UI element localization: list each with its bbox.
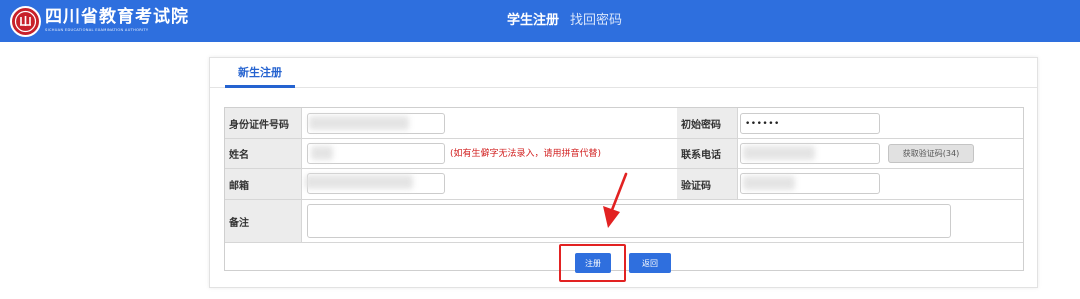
redacted-id-number <box>309 116 409 130</box>
verification-code-label: 验证码 <box>677 169 738 199</box>
remarks-label: 备注 <box>225 200 302 242</box>
brand: 四川省教育考试院 SICHUAN EDUCATIONAL EXAMINATION… <box>45 7 189 33</box>
initial-password-label: 初始密码 <box>677 108 738 138</box>
tab-bar: 新生注册 <box>210 58 1037 88</box>
row-divider <box>225 138 1023 139</box>
top-navbar: 四川省教育考试院 SICHUAN EDUCATIONAL EXAMINATION… <box>0 0 1080 42</box>
redacted-phone <box>743 146 815 160</box>
nav-recover-password[interactable]: 找回密码 <box>570 13 622 29</box>
name-input-tip: (如有生僻字无法录入，请用拼音代替) <box>450 149 602 159</box>
tab-active-indicator <box>225 85 295 88</box>
site-name-en: SICHUAN EDUCATIONAL EXAMINATION AUTHORIT… <box>45 28 149 32</box>
email-label: 邮箱 <box>225 169 302 199</box>
back-button[interactable]: 返回 <box>629 253 671 273</box>
red-arrow-icon <box>603 172 628 228</box>
row-divider <box>225 242 1023 243</box>
initial-password-input[interactable]: •••••• <box>740 113 880 134</box>
get-verification-code-button[interactable]: 获取验证码(34) <box>888 144 974 163</box>
redacted-email <box>305 175 413 189</box>
id-number-label: 身份证件号码 <box>225 108 302 138</box>
register-button[interactable]: 注册 <box>575 253 611 273</box>
phone-label: 联系电话 <box>677 139 738 168</box>
row-divider <box>225 168 1023 169</box>
name-label: 姓名 <box>225 139 302 168</box>
nav-student-register[interactable]: 学生注册 <box>507 13 559 29</box>
redacted-code <box>743 176 795 190</box>
seal-logo-icon <box>10 6 41 37</box>
site-name: 四川省教育考试院 <box>45 7 189 27</box>
tab-new-student-register[interactable]: 新生注册 <box>225 66 295 80</box>
redacted-name <box>311 146 333 160</box>
